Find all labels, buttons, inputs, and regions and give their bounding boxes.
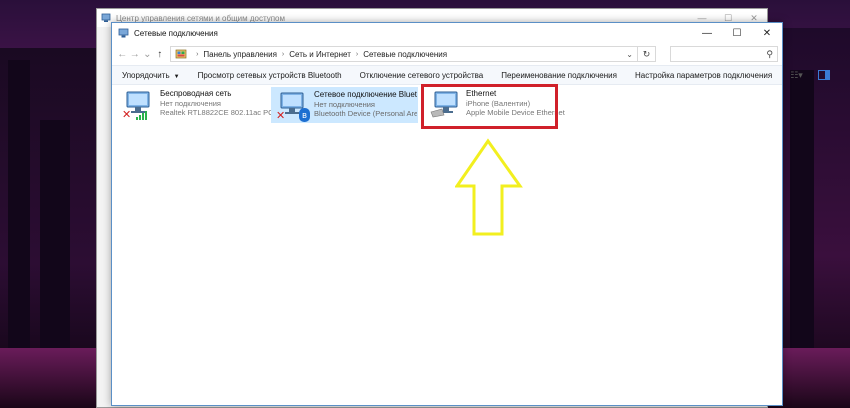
change-view-icon[interactable]: ☷▾ [790, 69, 808, 81]
window-title: Сетевые подключения [134, 28, 218, 38]
disconnected-x-icon: ✕ [276, 110, 286, 122]
address-dropdown-button[interactable]: ⌄ [621, 49, 637, 59]
yellow-arrow-annotation [455, 138, 523, 236]
wifi-adapter-icon: ✕ [122, 89, 156, 121]
connection-bluetooth[interactable]: ʙ ✕ Сетевое подключение Bluetooth Нет по… [271, 87, 418, 123]
breadcrumb-network-connections[interactable]: Сетевые подключения [363, 50, 447, 59]
preview-pane-icon[interactable] [818, 70, 831, 80]
search-icon: ⚲ [766, 48, 773, 59]
network-center-app-icon [101, 13, 111, 22]
view-bluetooth-devices-button[interactable]: Просмотр сетевых устройств Bluetooth [198, 71, 342, 80]
disconnected-x-icon: ✕ [122, 109, 132, 121]
refresh-icon: ↻ [642, 48, 651, 59]
close-button[interactable]: ✕ [752, 23, 782, 43]
bluetooth-icon: ʙ [299, 108, 310, 122]
connection-wireless[interactable]: ✕ Беспроводная сеть Нет подключения Real… [118, 87, 288, 123]
chevron-down-icon: ▼ [173, 73, 180, 80]
breadcrumb-separator: › [196, 50, 199, 58]
breadcrumb-separator[interactable]: › [282, 51, 284, 58]
address-box[interactable]: › Панель управления › Сеть и Интернет › … [170, 46, 639, 62]
connection-device: Realtek RTL8822CE 802.11ac PCIe ... [160, 108, 289, 117]
breadcrumb-control-panel[interactable]: Панель управления [203, 50, 277, 59]
refresh-button[interactable]: ↻ [638, 46, 657, 62]
network-connections-window[interactable]: Сетевые подключения — ☐ ✕ ← → ⌄ ↑ › Пане… [111, 22, 831, 406]
forward-button[interactable]: → [129, 49, 142, 60]
connection-device: Bluetooth Device (Personal Area ... [314, 109, 418, 118]
network-connections-app-icon [118, 28, 129, 37]
control-panel-icon [175, 49, 187, 59]
recent-locations-button[interactable]: ⌄ [141, 49, 154, 60]
connections-list: ✕ Беспроводная сеть Нет подключения Real… [112, 85, 782, 385]
breadcrumb-network-internet[interactable]: Сеть и Интернет [289, 50, 351, 59]
up-button[interactable]: ↑ [154, 49, 167, 60]
connection-status: Нет подключения [160, 98, 221, 108]
organize-menu[interactable]: Упорядочить ▼ [122, 71, 180, 80]
bluetooth-adapter-icon: ʙ ✕ [276, 90, 310, 122]
connection-name: Беспроводная сеть [160, 89, 232, 98]
address-bar: ← → ⌄ ↑ › Панель управления › Сеть и Инт… [112, 43, 782, 65]
highlight-annotation-box [421, 84, 558, 129]
organize-label: Упорядочить [122, 70, 170, 80]
command-toolbar: Упорядочить ▼ Просмотр сетевых устройств … [112, 65, 831, 85]
rename-connection-button[interactable]: Переименование подключения [501, 71, 617, 80]
signal-bars-icon [136, 111, 147, 120]
search-input[interactable]: ⚲ [670, 46, 778, 62]
breadcrumb-separator[interactable]: › [356, 51, 358, 58]
connection-settings-button[interactable]: Настройка параметров подключения [635, 71, 772, 80]
disable-device-button[interactable]: Отключение сетевого устройства [360, 71, 484, 80]
maximize-button[interactable]: ☐ [722, 23, 752, 43]
connection-status: Нет подключения [314, 99, 375, 109]
connection-name: Сетевое подключение Bluetooth [314, 90, 418, 99]
titlebar[interactable]: Сетевые подключения — ☐ ✕ [112, 23, 782, 43]
minimize-button[interactable]: — [692, 23, 722, 43]
back-button[interactable]: ← [116, 49, 129, 60]
